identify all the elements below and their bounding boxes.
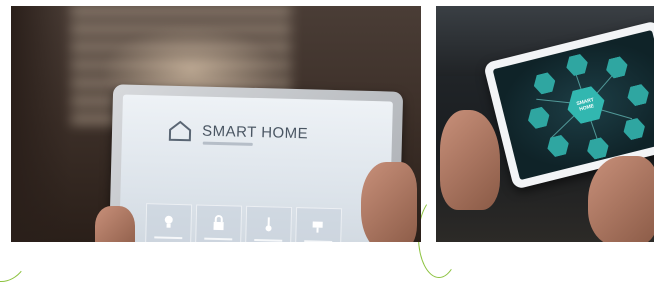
camera-icon bbox=[312, 221, 323, 233]
lamp-icon bbox=[621, 117, 647, 142]
tile-camera bbox=[295, 207, 343, 242]
smart-home-network-photo: SMART HOME bbox=[436, 6, 654, 242]
tile-temperature bbox=[245, 205, 293, 242]
right-hand bbox=[361, 162, 417, 242]
smart-home-title: SMART HOME bbox=[201, 122, 309, 143]
lock-icon bbox=[213, 215, 224, 231]
wifi-icon bbox=[564, 53, 590, 78]
right-hand bbox=[588, 156, 654, 242]
car-icon bbox=[585, 136, 611, 161]
smart-home-tablet-photo: SMART HOME bbox=[11, 6, 421, 242]
monitor-icon bbox=[531, 71, 557, 96]
bulb-icon bbox=[164, 215, 173, 228]
room-shadow bbox=[11, 6, 71, 242]
tablet-device: SMART HOME bbox=[108, 84, 404, 242]
shield-icon bbox=[625, 83, 651, 108]
thermometer-icon bbox=[265, 217, 272, 232]
tablet-screen: SMART HOME bbox=[118, 94, 393, 242]
bulb-icon bbox=[526, 105, 552, 130]
home-icon bbox=[168, 120, 192, 142]
control-tiles bbox=[145, 203, 343, 242]
smart-home-subtitle bbox=[202, 141, 253, 146]
left-hand bbox=[440, 110, 500, 210]
tile-security bbox=[195, 204, 243, 242]
left-hand bbox=[95, 206, 135, 242]
gear-icon bbox=[604, 55, 630, 80]
tile-lighting bbox=[145, 203, 193, 242]
lock-icon bbox=[545, 134, 571, 159]
